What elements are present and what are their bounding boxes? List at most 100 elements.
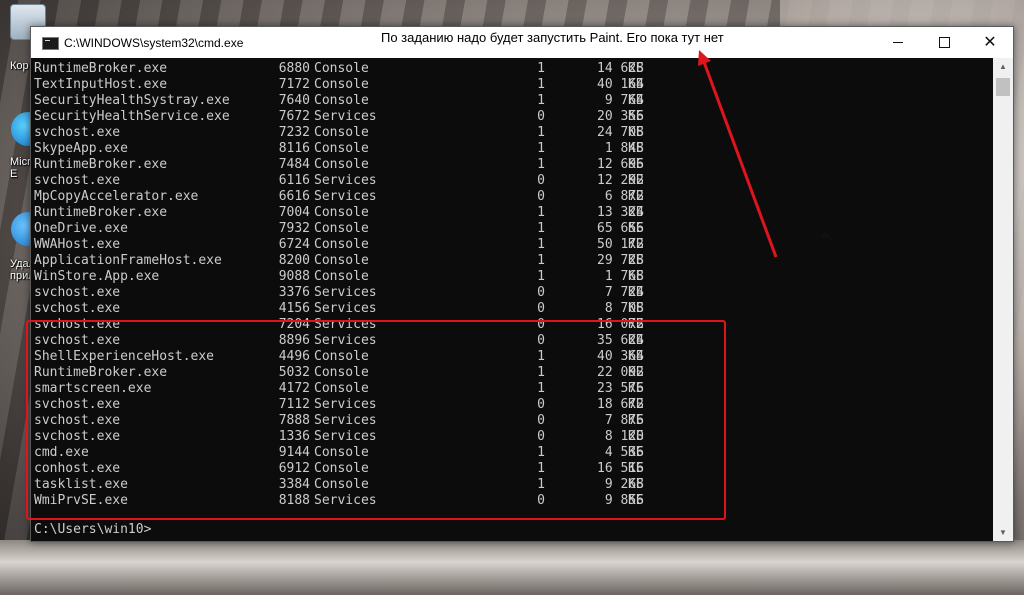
process-session: Console — [314, 445, 369, 460]
process-pid: 8200 — [278, 253, 310, 268]
window-title: C:\WINDOWS\system32\cmd.exe — [64, 36, 244, 50]
process-session: Console — [314, 477, 369, 492]
process-name: ApplicationFrameHost.exe — [34, 253, 222, 268]
process-unit: КБ — [628, 381, 644, 396]
process-unit: КБ — [628, 61, 644, 76]
process-session: Services — [314, 413, 377, 428]
process-pid: 8188 — [278, 493, 310, 508]
process-num: 0 — [537, 173, 545, 188]
process-name: svchost.exe — [34, 333, 121, 348]
process-name: svchost.exe — [34, 285, 121, 300]
process-pid: 8896 — [278, 333, 310, 348]
process-pid: 7204 — [278, 317, 310, 332]
process-pid: 6616 — [278, 189, 310, 204]
process-name: svchost.exe — [34, 125, 121, 140]
process-num: 1 — [537, 269, 545, 284]
process-pid: 7932 — [278, 221, 310, 236]
process-unit: КБ — [628, 109, 644, 124]
process-session: Services — [314, 301, 377, 316]
process-pid: 4496 — [278, 349, 310, 364]
scroll-up-arrow-icon[interactable]: ▲ — [993, 58, 1013, 75]
minimize-icon — [893, 42, 903, 43]
vertical-scrollbar[interactable]: ▲ ▼ — [993, 58, 1013, 541]
process-unit: КБ — [628, 493, 644, 508]
process-num: 0 — [537, 493, 545, 508]
process-unit: КБ — [628, 429, 644, 444]
process-unit: КБ — [628, 205, 644, 220]
process-unit: КБ — [628, 365, 644, 380]
process-name: svchost.exe — [34, 301, 121, 316]
cmd-window[interactable]: C:\WINDOWS\system32\cmd.exe По заданию н… — [30, 26, 1014, 542]
process-unit: КБ — [628, 269, 644, 284]
process-session: Console — [314, 253, 369, 268]
process-session: Console — [314, 221, 369, 236]
process-pid: 6912 — [278, 461, 310, 476]
process-name: OneDrive.exe — [34, 221, 128, 236]
maximize-icon — [938, 37, 950, 48]
process-session: Services — [314, 173, 377, 188]
console-output[interactable]: RuntimeBroker.exe 6880 Console 1 14 628 КБ Tex… — [31, 58, 993, 541]
desktop-icon-label: Micr E — [10, 156, 31, 180]
process-name: RuntimeBroker.exe — [34, 365, 168, 380]
process-session: Services — [314, 397, 377, 412]
process-num: 0 — [537, 189, 545, 204]
process-pid: 7004 — [278, 205, 310, 220]
process-name: svchost.exe — [34, 397, 121, 412]
process-name: WmiPrvSE.exe — [34, 493, 128, 508]
process-num: 1 — [537, 349, 545, 364]
process-unit: КБ — [628, 397, 644, 412]
process-unit: КБ — [628, 221, 644, 236]
scroll-down-arrow-icon[interactable]: ▼ — [993, 524, 1013, 541]
process-num: 0 — [537, 109, 545, 124]
process-session: Console — [314, 125, 369, 140]
process-num: 1 — [537, 221, 545, 236]
annotation-note: По заданию надо будет запустить Paint. Е… — [381, 30, 724, 45]
title-bar[interactable]: C:\WINDOWS\system32\cmd.exe По заданию н… — [31, 27, 1013, 58]
command-prompt[interactable]: C:\Users\win10> — [34, 522, 151, 538]
process-session: Console — [314, 141, 369, 156]
process-unit: КБ — [628, 189, 644, 204]
process-unit: КБ — [628, 317, 644, 332]
close-icon: ✕ — [983, 33, 997, 51]
process-num: 1 — [537, 477, 545, 492]
process-num: 0 — [537, 333, 545, 348]
process-pid: 6116 — [278, 173, 310, 188]
process-session: Console — [314, 461, 369, 476]
process-pid: 6880 — [278, 61, 310, 76]
maximize-button[interactable] — [921, 27, 967, 58]
process-pid: 7112 — [278, 397, 310, 412]
process-unit: КБ — [628, 301, 644, 316]
process-session: Console — [314, 93, 369, 108]
process-name: WWAHost.exe — [34, 237, 121, 252]
process-name: RuntimeBroker.exe — [34, 205, 168, 220]
process-session: Console — [314, 61, 369, 76]
scroll-thumb[interactable] — [996, 78, 1010, 96]
process-session: Services — [314, 429, 377, 444]
process-name: svchost.exe — [34, 429, 121, 444]
close-button[interactable]: ✕ — [967, 27, 1013, 58]
process-num: 1 — [537, 61, 545, 76]
process-name: svchost.exe — [34, 173, 121, 188]
process-unit: КБ — [628, 141, 644, 156]
process-name: ShellExperienceHost.exe — [34, 349, 215, 364]
process-num: 1 — [537, 125, 545, 140]
process-name: svchost.exe — [34, 413, 121, 428]
process-num: 1 — [537, 205, 545, 220]
process-name: SkypeApp.exe — [34, 141, 128, 156]
process-unit: КБ — [628, 413, 644, 428]
process-num: 0 — [537, 413, 545, 428]
process-session: Console — [314, 77, 369, 92]
process-pid: 7888 — [278, 413, 310, 428]
cmd-icon — [42, 37, 59, 50]
process-num: 1 — [537, 93, 545, 108]
process-name: SecurityHealthService.exe — [34, 109, 230, 124]
process-unit: КБ — [628, 461, 644, 476]
process-unit: КБ — [628, 349, 644, 364]
process-session: Console — [314, 349, 369, 364]
process-pid: 7640 — [278, 93, 310, 108]
process-name: SecurityHealthSystray.exe — [34, 93, 230, 108]
process-session: Console — [314, 365, 369, 380]
minimize-button[interactable] — [875, 27, 921, 58]
process-session: Console — [314, 205, 369, 220]
process-num: 1 — [537, 445, 545, 460]
